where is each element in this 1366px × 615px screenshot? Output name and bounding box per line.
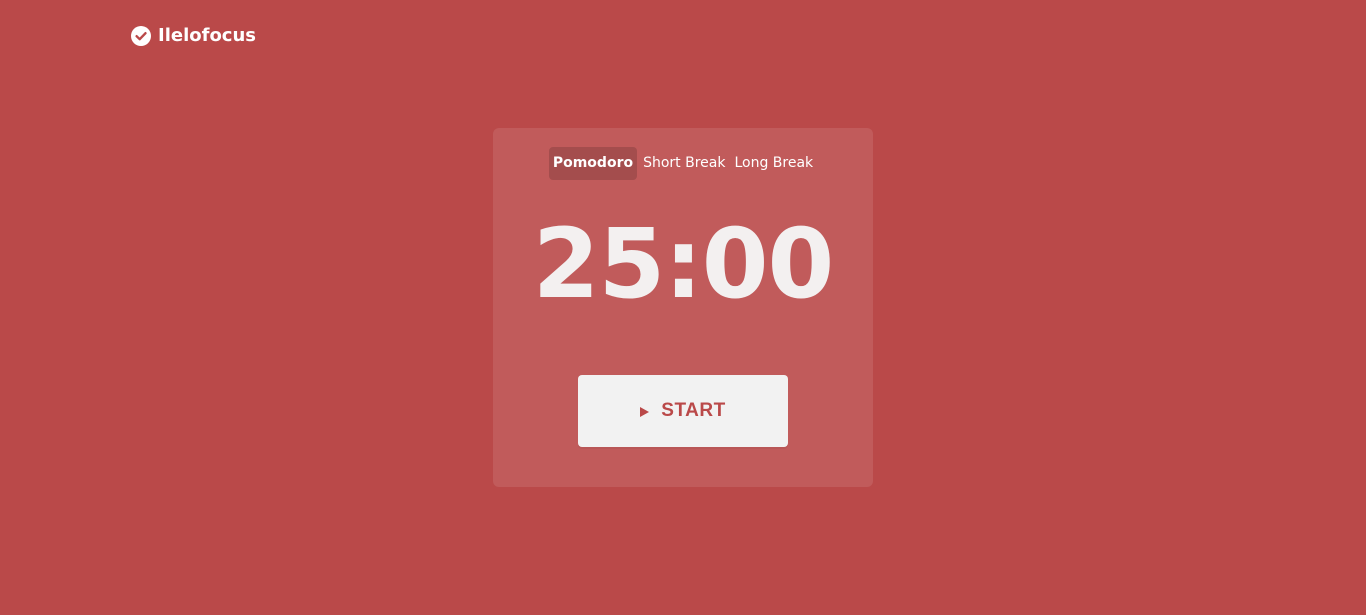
timer-display: 25:00 <box>532 208 835 320</box>
check-circle-icon <box>131 26 151 46</box>
tab-long-break[interactable]: Long Break <box>730 147 817 180</box>
tab-pomodoro[interactable]: Pomodoro <box>548 147 638 180</box>
tab-short-break[interactable]: Short Break <box>639 147 729 180</box>
start-button[interactable]: START <box>578 375 788 447</box>
timer-card: Pomodoro Short Break Long Break 25:00 ST… <box>493 128 873 487</box>
start-button-label: START <box>661 400 726 421</box>
mode-tabs: Pomodoro Short Break Long Break <box>493 147 873 180</box>
app-logo[interactable]: Ilelofocus <box>131 25 256 47</box>
play-icon <box>640 406 650 417</box>
app-name: Ilelofocus <box>158 25 257 46</box>
